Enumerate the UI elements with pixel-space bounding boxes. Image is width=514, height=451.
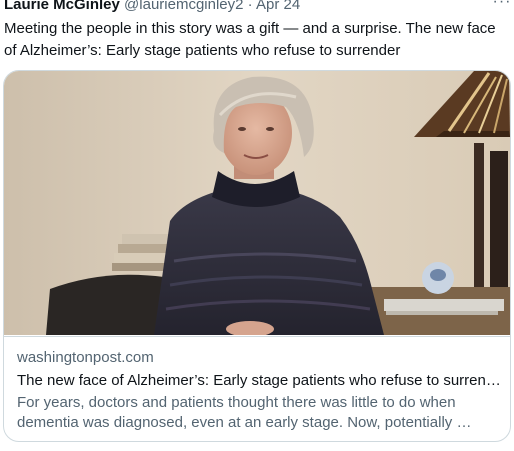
article-photo[interactable] <box>4 71 510 335</box>
card-info[interactable]: washingtonpost.com The new face of Alzhe… <box>4 336 510 441</box>
more-options-button[interactable]: ··· <box>492 0 512 14</box>
tweet-date[interactable]: Apr 24 <box>256 0 300 13</box>
card-title: The new face of Alzheimer’s: Early stage… <box>17 372 501 389</box>
more-horizontal-icon: ··· <box>492 0 512 10</box>
tweet-text: Meeting the people in this story was a g… <box>4 20 496 59</box>
card-domain: washingtonpost.com <box>17 349 154 366</box>
author-name[interactable]: Laurie McGinley <box>4 0 120 13</box>
card-description: For years, doctors and patients thought … <box>17 394 472 431</box>
author-handle[interactable]: @lauriemcginley2 <box>124 0 243 13</box>
separator-dot: · <box>247 0 253 13</box>
link-preview-card[interactable]: washingtonpost.com The new face of Alzhe… <box>3 70 511 442</box>
tweet-header: Laurie McGinley @lauriemcginley2 · Apr 2… <box>4 0 510 15</box>
